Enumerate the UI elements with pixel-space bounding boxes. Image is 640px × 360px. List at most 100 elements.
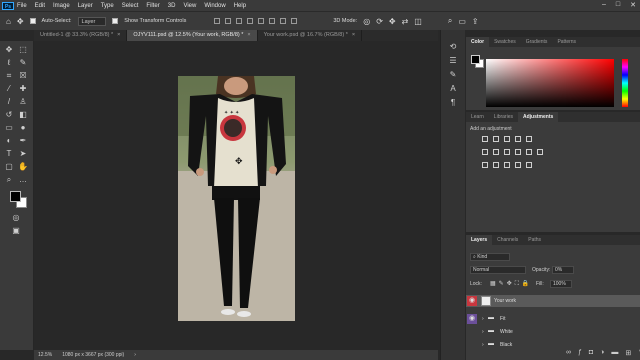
gradient-map-icon[interactable] [515, 162, 521, 168]
brightness-icon[interactable] [482, 136, 488, 142]
healing-brush-tool-icon[interactable]: ✚ [18, 84, 28, 94]
marquee-tool-icon[interactable]: ⬚ [18, 45, 28, 55]
history-panel-icon[interactable]: ⟲ [448, 42, 458, 52]
3d-scale-icon[interactable]: ◫ [414, 17, 422, 26]
color-lookup-icon[interactable] [537, 149, 543, 155]
tab-paths[interactable]: Paths [523, 235, 546, 245]
menu-filter[interactable]: Filter [146, 3, 159, 9]
align-left-icon[interactable] [214, 18, 221, 24]
chevron-right-icon[interactable]: › [482, 342, 484, 348]
menu-3d[interactable]: 3D [168, 3, 176, 9]
tab-channels[interactable]: Channels [492, 235, 523, 245]
move-tool-icon[interactable]: ✥ [4, 45, 14, 55]
properties-panel-icon[interactable]: ☰ [448, 56, 458, 66]
layer-name[interactable]: White [500, 329, 513, 335]
zoom-level[interactable]: 12.5% [38, 352, 52, 358]
vibrance-icon[interactable] [526, 136, 532, 142]
levels-icon[interactable] [493, 136, 499, 142]
align-right-icon[interactable] [236, 18, 243, 24]
eraser-tool-icon[interactable]: ◧ [18, 110, 28, 120]
color-balance-icon[interactable] [493, 149, 499, 155]
color-picker-field[interactable] [486, 59, 614, 107]
foreground-color-swatch[interactable] [10, 191, 21, 202]
group-icon[interactable]: ▬ [611, 349, 618, 357]
eyedropper-tool-icon[interactable]: ⁄ [4, 84, 14, 94]
3d-slide-icon[interactable]: ⇄ [402, 17, 409, 26]
new-layer-icon[interactable]: ⊞ [625, 349, 631, 357]
tab-adjustments[interactable]: Adjustments [517, 112, 559, 122]
chevron-right-icon[interactable]: › [482, 329, 484, 335]
menu-view[interactable]: View [183, 3, 196, 9]
quick-mask-icon[interactable]: ◎ [11, 213, 21, 223]
blend-mode-select[interactable]: Normal [470, 266, 526, 274]
close-tab-icon[interactable]: × [117, 32, 120, 38]
layer-row-your-work[interactable]: ◉ Your work [466, 295, 640, 307]
tab-ojyv111[interactable]: OJYV111.psd @ 12.5% (Your work, RGB/8) *… [127, 30, 258, 41]
menu-edit[interactable]: Edit [35, 3, 45, 9]
brushes-panel-icon[interactable]: ✎ [448, 70, 458, 80]
posterize-icon[interactable] [493, 162, 499, 168]
shape-tool-icon[interactable]: ▢ [4, 162, 14, 172]
search-icon[interactable]: ⌕ [448, 16, 452, 26]
clone-stamp-tool-icon[interactable]: ♙ [18, 97, 28, 107]
invert-icon[interactable] [482, 162, 488, 168]
layer-name[interactable]: Your work [494, 298, 516, 304]
gradient-tool-icon[interactable]: ▭ [4, 123, 14, 133]
menu-select[interactable]: Select [122, 3, 139, 9]
hue-slider[interactable] [622, 59, 628, 107]
history-brush-tool-icon[interactable]: ↺ [4, 110, 14, 120]
layer-row-white[interactable]: › ▬ White [466, 326, 640, 338]
type-tool-icon[interactable]: T [4, 149, 14, 159]
lasso-tool-icon[interactable]: ℓ [4, 58, 14, 68]
opacity-field[interactable]: 0% [552, 266, 574, 274]
character-panel-icon[interactable]: A [448, 84, 458, 94]
crop-tool-icon[interactable]: ⌗ [4, 71, 14, 81]
hand-tool-icon[interactable]: ✋ [18, 162, 28, 172]
menu-help[interactable]: Help [234, 3, 246, 9]
menu-window[interactable]: Window [204, 3, 225, 9]
mask-icon[interactable]: ◘ [589, 349, 593, 357]
more-options-icon[interactable] [291, 18, 298, 24]
exposure-icon[interactable] [515, 136, 521, 142]
layer-name[interactable]: Black [500, 342, 512, 348]
menu-image[interactable]: Image [53, 3, 70, 9]
visibility-eye-icon[interactable] [467, 327, 477, 337]
zoom-tool-icon[interactable]: ⌕ [4, 175, 14, 185]
tab-your-work[interactable]: Your work.psd @ 16.7% (RGB/8) * × [258, 30, 363, 41]
move-tool-icon[interactable]: ✥ [17, 17, 24, 26]
photo-filter-icon[interactable] [515, 149, 521, 155]
status-arrow-icon[interactable]: › [134, 352, 136, 358]
minimize-button[interactable]: – [602, 1, 606, 9]
layer-select[interactable]: Layer [77, 16, 107, 26]
adjustment-layer-icon[interactable]: ◑ [600, 349, 604, 357]
menu-file[interactable]: File [17, 3, 27, 9]
fx-icon[interactable]: ƒ [578, 349, 582, 357]
selective-color-icon[interactable] [526, 162, 532, 168]
transform-controls-checkbox[interactable] [112, 18, 119, 24]
auto-select-checkbox[interactable] [29, 18, 36, 24]
layer-row-fit[interactable]: ◉ › ▬ Fit [466, 313, 640, 325]
curves-icon[interactable] [504, 136, 510, 142]
share-icon[interactable]: ⇪ [472, 17, 479, 26]
visibility-eye-icon[interactable]: ◉ [467, 314, 477, 324]
fill-field[interactable]: 100% [550, 280, 572, 288]
tab-layers[interactable]: Layers [466, 235, 493, 245]
distribute-icon[interactable] [280, 18, 287, 24]
tab-learn[interactable]: Learn [466, 112, 489, 122]
maximize-button[interactable]: □ [616, 1, 620, 9]
menu-layer[interactable]: Layer [78, 3, 93, 9]
document-image[interactable]: ✦ ✦ ✦ [178, 76, 295, 321]
workspace-icon[interactable]: ▭ [458, 17, 466, 26]
close-window-button[interactable]: ✕ [630, 1, 636, 9]
align-bottom-icon[interactable] [269, 18, 276, 24]
paragraph-panel-icon[interactable]: ¶ [448, 98, 458, 108]
align-center-icon[interactable] [225, 18, 232, 24]
tab-color[interactable]: Color [466, 37, 490, 47]
hue-saturation-icon[interactable] [482, 149, 488, 155]
visibility-eye-icon[interactable]: ◉ [467, 296, 477, 306]
layer-filter-kind[interactable]: ⌕ Kind [470, 253, 510, 261]
pen-tool-icon[interactable]: ✒ [18, 136, 28, 146]
tab-libraries[interactable]: Libraries [489, 112, 518, 122]
align-top-icon[interactable] [247, 18, 254, 24]
layer-name[interactable]: Fit [500, 316, 506, 322]
